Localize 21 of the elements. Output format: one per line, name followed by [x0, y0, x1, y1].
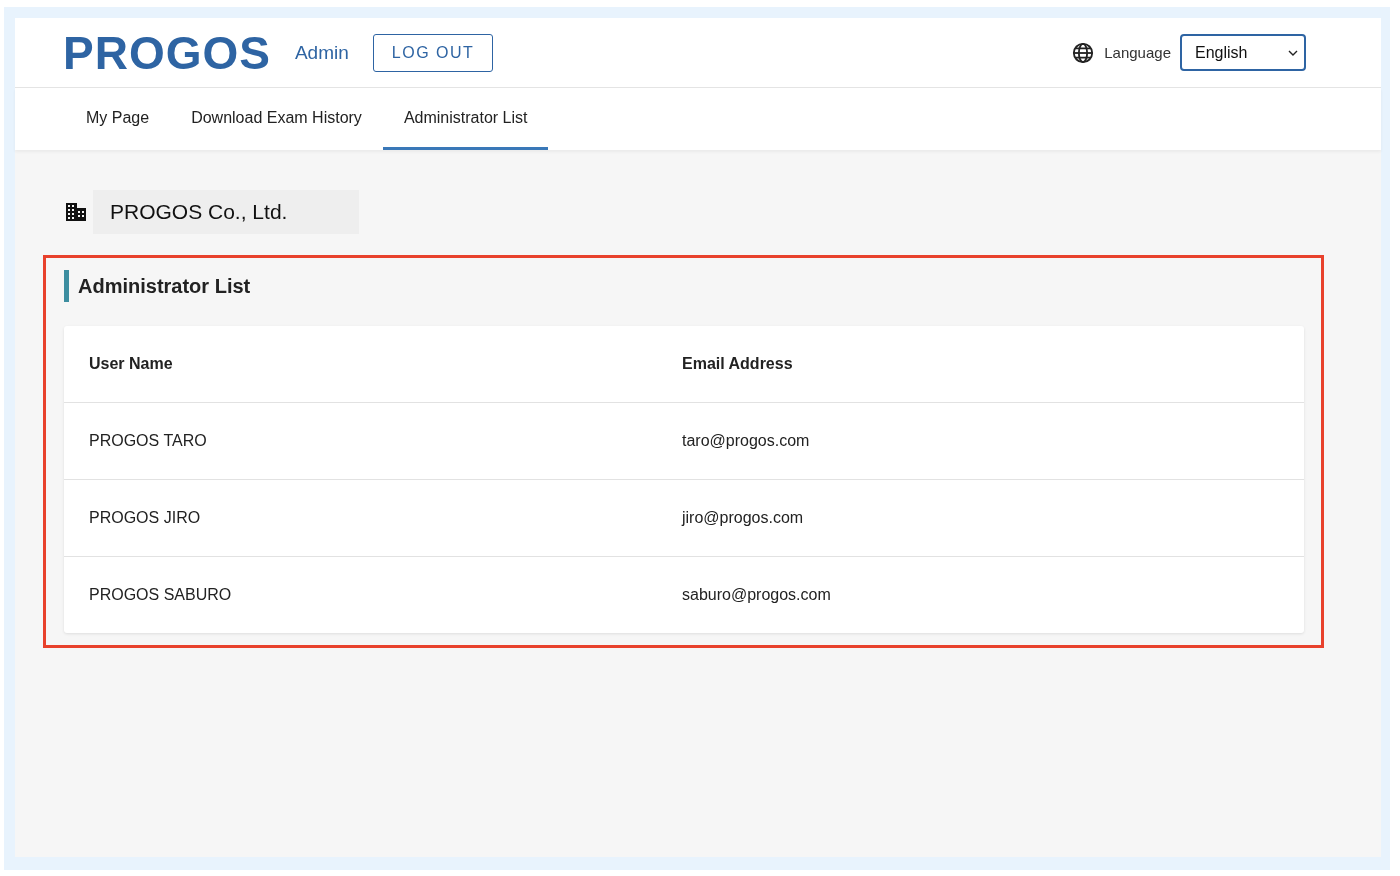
- nav-tab[interactable]: Administrator List: [382, 88, 549, 150]
- table-cell-text: saburo@progos.com: [681, 586, 831, 604]
- caret-icon: [1288, 49, 1298, 56]
- table-cell-text: PROGOS SABURO: [88, 586, 232, 604]
- table-cell-text: PROGOS TARO: [88, 432, 207, 450]
- nav-tab[interactable]: My Page: [65, 88, 171, 150]
- building-icon: [65, 202, 87, 222]
- globe-icon: [1072, 41, 1095, 64]
- company-name: PROGOS Co., Ltd.: [93, 190, 360, 234]
- logout-button[interactable]: LOG OUT: [372, 33, 494, 72]
- table-cell-text: PROGOS JIRO: [88, 509, 201, 527]
- column-header: Email Address: [681, 355, 793, 373]
- language-label: Language: [1104, 44, 1171, 61]
- column-header: User Name: [88, 355, 173, 373]
- language-select[interactable]: English: [1180, 34, 1306, 71]
- table-cell-text: taro@progos.com: [681, 432, 810, 450]
- section-title: Administrator List: [64, 270, 1304, 302]
- nav-tab[interactable]: Download Exam History: [170, 88, 383, 150]
- table-cell-text: jiro@progos.com: [680, 509, 804, 527]
- logo: PROGOS: [63, 25, 271, 80]
- role-label: Admin: [294, 41, 349, 64]
